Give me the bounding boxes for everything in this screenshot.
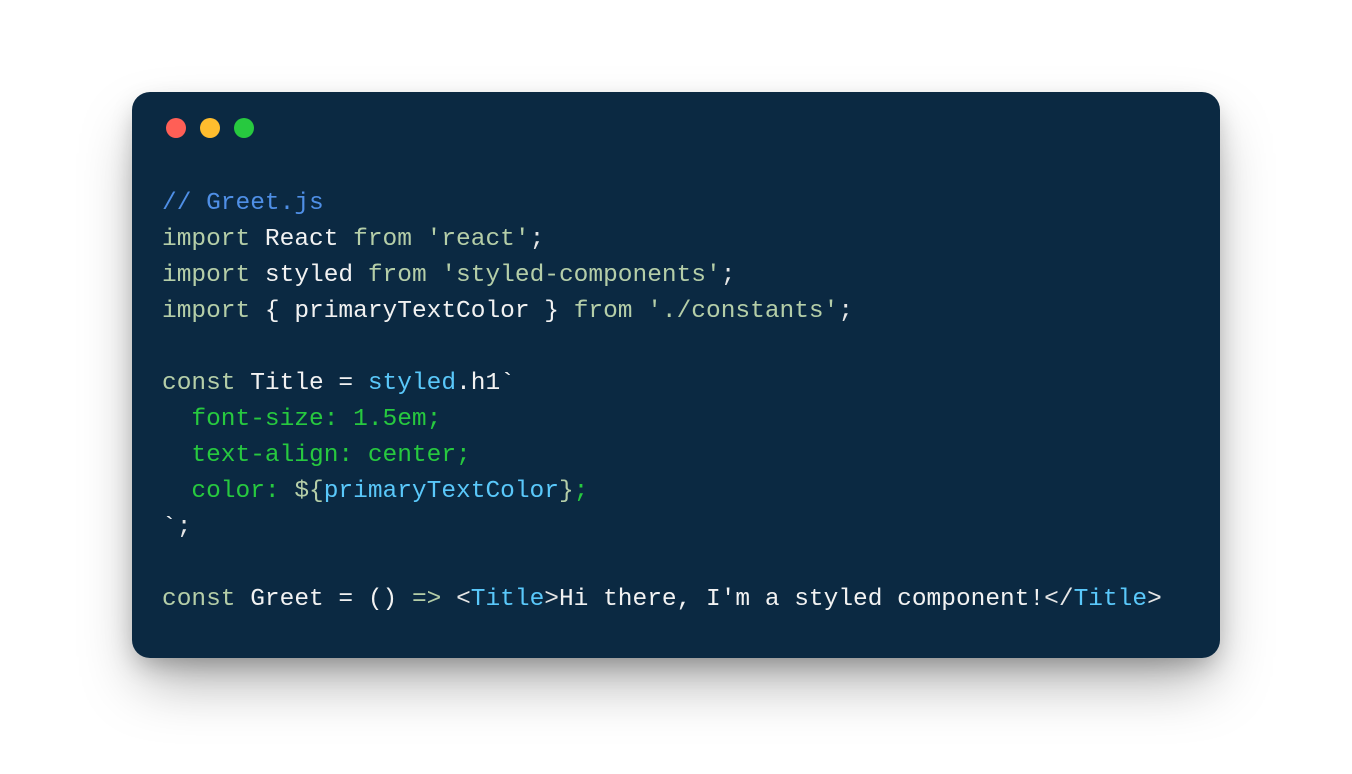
semicolon: ; (177, 514, 192, 541)
ident-title: Title (250, 370, 324, 397)
brace-close: } (530, 298, 559, 325)
backtick-close: ` (162, 514, 177, 541)
parens: () (368, 586, 397, 613)
ident-react: React (265, 226, 339, 253)
kw-from: from (353, 226, 412, 253)
str-react: 'react' (427, 226, 530, 253)
jsx-text: Hi there, I'm a styled component! (559, 586, 1044, 613)
css-color-key: color: (191, 478, 294, 505)
brace-open: { (265, 298, 294, 325)
backtick-open: ` (500, 370, 515, 397)
ident-greet: Greet (250, 586, 324, 613)
ident-styled: styled (265, 262, 353, 289)
dot: . (456, 370, 471, 397)
page-canvas: // Greet.js import React from 'react'; i… (0, 0, 1352, 774)
css-color-semi: ; (574, 478, 589, 505)
code-block: // Greet.js import React from 'react'; i… (162, 186, 1190, 618)
css-text-align: text-align: center; (191, 442, 470, 469)
jsx-open-lt: < (456, 586, 471, 613)
jsx-tag-title-close: Title (1074, 586, 1148, 613)
interp-var: primaryTextColor (324, 478, 559, 505)
kw-import: import (162, 226, 250, 253)
interp-open: ${ (294, 478, 323, 505)
interp-close: } (559, 478, 574, 505)
code-comment: // Greet.js (162, 190, 324, 217)
jsx-tag-title-open: Title (471, 586, 545, 613)
kw-import: import (162, 262, 250, 289)
jsx-close-gt: > (1147, 586, 1162, 613)
equals: = (324, 370, 368, 397)
tag-h1: h1 (471, 370, 500, 397)
kw-const: const (162, 586, 236, 613)
str-constants: './constants' (647, 298, 838, 325)
jsx-close-lt: </ (1044, 586, 1073, 613)
window-traffic-lights (166, 118, 1190, 138)
jsx-open-gt: > (544, 586, 559, 613)
code-window: // Greet.js import React from 'react'; i… (132, 92, 1220, 658)
zoom-icon (234, 118, 254, 138)
kw-from: from (574, 298, 633, 325)
str-styled-components: 'styled-components' (441, 262, 720, 289)
kw-import: import (162, 298, 250, 325)
kw-from: from (368, 262, 427, 289)
arrow: => (397, 586, 456, 613)
semicolon: ; (530, 226, 545, 253)
css-font-size: font-size: 1.5em; (191, 406, 441, 433)
call-styled: styled (368, 370, 456, 397)
kw-const: const (162, 370, 236, 397)
semicolon: ; (721, 262, 736, 289)
semicolon: ; (838, 298, 853, 325)
equals: = (324, 586, 368, 613)
minimize-icon (200, 118, 220, 138)
close-icon (166, 118, 186, 138)
ident-primarytextcolor: primaryTextColor (294, 298, 529, 325)
